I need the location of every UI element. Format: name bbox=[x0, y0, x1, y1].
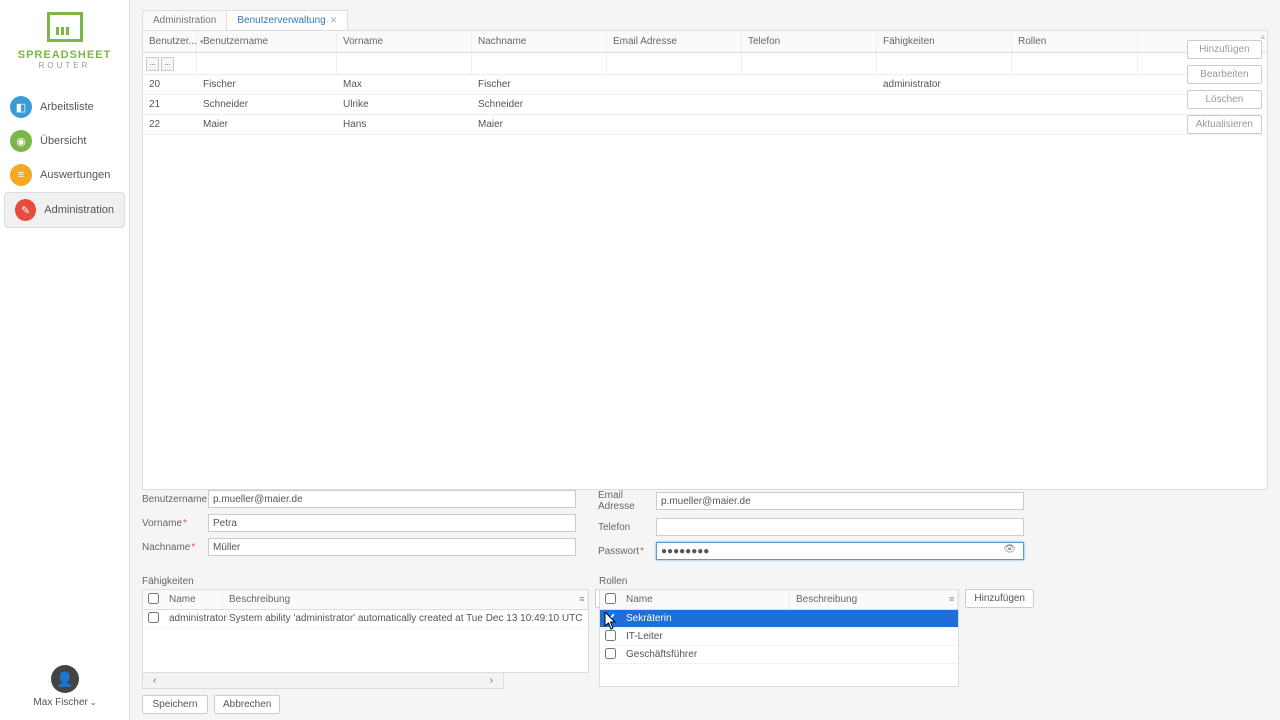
label-email: Email Adresse bbox=[598, 490, 656, 512]
label-nachname: Nachname* bbox=[142, 542, 208, 553]
logo-text-main: SPREADSHEET bbox=[0, 49, 129, 61]
tab-benutzerverwaltung[interactable]: Benutzerverwaltung✕ bbox=[226, 10, 348, 30]
user-grid-panel: Benutzer...▾BenutzernameVornameNachnameE… bbox=[142, 30, 1268, 490]
user-name: Max Fischer⌄ bbox=[0, 697, 130, 708]
cancel-button[interactable]: Abbrechen bbox=[214, 695, 280, 714]
administration-icon: ✎ bbox=[15, 199, 36, 221]
filter-cell-1[interactable] bbox=[197, 53, 337, 74]
refresh-button[interactable]: Aktualisieren bbox=[1187, 115, 1262, 134]
save-button[interactable]: Speichern bbox=[142, 695, 208, 714]
avatar-icon: 👤 bbox=[51, 665, 79, 693]
nav-item-arbeitsliste[interactable]: ◧Arbeitsliste bbox=[0, 90, 129, 124]
nav-item-administration[interactable]: ✎Administration bbox=[4, 192, 125, 228]
grid-actions: Hinzufügen Bearbeiten Löschen Aktualisie… bbox=[1187, 40, 1262, 134]
column-menu-icon[interactable]: ≡ bbox=[579, 594, 584, 604]
section-title-rollen: Rollen bbox=[599, 576, 1034, 587]
table-row[interactable]: 20FischerMaxFischeradministrator bbox=[143, 75, 1267, 95]
input-nachname[interactable] bbox=[208, 538, 576, 556]
row-checkbox[interactable] bbox=[605, 648, 616, 659]
arbeitsliste-icon: ◧ bbox=[10, 96, 32, 118]
th-7[interactable]: Rollen bbox=[1012, 31, 1138, 52]
logo-icon bbox=[47, 12, 83, 42]
logo: SPREADSHEET ROUTER bbox=[0, 0, 129, 78]
logo-text-sub: ROUTER bbox=[0, 61, 129, 70]
input-benutzername[interactable] bbox=[208, 490, 576, 508]
filter-cell-6[interactable] bbox=[877, 53, 1012, 74]
filter-min-icon[interactable]: … bbox=[146, 57, 159, 71]
label-passwort: Passwort* bbox=[598, 546, 656, 557]
filter-cell-5[interactable] bbox=[742, 53, 877, 74]
th-6[interactable]: Fähigkeiten bbox=[877, 31, 1012, 52]
filter-cell-3[interactable] bbox=[472, 53, 607, 74]
sidebar: SPREADSHEET ROUTER ◧Arbeitsliste◉Übersic… bbox=[0, 0, 130, 720]
list-item[interactable]: Sekräterin bbox=[600, 610, 958, 628]
row-checkbox[interactable] bbox=[605, 630, 616, 641]
rollen-select-all[interactable] bbox=[605, 593, 616, 604]
input-telefon[interactable] bbox=[656, 518, 1024, 536]
column-menu-icon[interactable]: ≡ bbox=[949, 594, 954, 604]
label-vorname: Vorname* bbox=[142, 518, 208, 529]
input-email[interactable] bbox=[656, 492, 1024, 510]
nav-item-übersicht[interactable]: ◉Übersicht bbox=[0, 124, 129, 158]
section-title-faehigkeiten: Fähigkeiten bbox=[142, 576, 577, 587]
list-item[interactable]: IT-Leiter bbox=[600, 628, 958, 646]
edit-form: Benutzername* Vorname* Nachname* Email A… bbox=[142, 490, 1262, 714]
th-5[interactable]: Telefon bbox=[742, 31, 877, 52]
th-rl-name[interactable]: Name bbox=[620, 590, 790, 609]
filter-cell-2[interactable] bbox=[337, 53, 472, 74]
th-4[interactable]: Email Adresse bbox=[607, 31, 742, 52]
th-fk-name[interactable]: Name bbox=[163, 590, 223, 609]
th-0[interactable]: Benutzer...▾ bbox=[143, 31, 197, 52]
nav-item-auswertungen[interactable]: ≡Auswertungen bbox=[0, 158, 129, 192]
rl-add-button[interactable]: Hinzufügen bbox=[965, 589, 1034, 608]
filter-cell-0[interactable]: …… bbox=[143, 53, 197, 74]
th-fk-desc[interactable]: Beschreibung bbox=[223, 590, 588, 609]
filter-cell-7[interactable] bbox=[1012, 53, 1138, 74]
th-rl-desc[interactable]: Beschreibung bbox=[790, 590, 958, 609]
grid-header: Benutzer...▾BenutzernameVornameNachnameE… bbox=[143, 31, 1267, 53]
close-icon[interactable]: ✕ bbox=[330, 15, 338, 25]
th-1[interactable]: Benutzername bbox=[197, 31, 337, 52]
table-row[interactable]: 22MaierHansMaier bbox=[143, 115, 1267, 135]
label-benutzername: Benutzername* bbox=[142, 494, 208, 505]
table-row[interactable]: 21SchneiderUlrikeSchneider bbox=[143, 95, 1267, 115]
faehigkeiten-select-all[interactable] bbox=[148, 593, 159, 604]
list-item[interactable]: Geschäftsführer bbox=[600, 646, 958, 664]
row-checkbox[interactable] bbox=[148, 612, 159, 623]
edit-button[interactable]: Bearbeiten bbox=[1187, 65, 1262, 84]
row-checkbox[interactable] bbox=[605, 612, 616, 623]
eye-icon[interactable]: 👁 bbox=[1003, 544, 1016, 555]
add-button[interactable]: Hinzufügen bbox=[1187, 40, 1262, 59]
delete-button[interactable]: Löschen bbox=[1187, 90, 1262, 109]
grid-filter-row: …… bbox=[143, 53, 1267, 75]
filter-cell-4[interactable] bbox=[607, 53, 742, 74]
übersicht-icon: ◉ bbox=[10, 130, 32, 152]
nav-menu: ◧Arbeitsliste◉Übersicht≡Auswertungen✎Adm… bbox=[0, 90, 129, 228]
tab-administration[interactable]: Administration bbox=[142, 10, 227, 30]
filter-max-icon[interactable]: … bbox=[161, 57, 174, 71]
label-telefon: Telefon bbox=[598, 522, 656, 533]
fk-pager: ‹ › bbox=[142, 673, 504, 689]
input-vorname[interactable] bbox=[208, 514, 576, 532]
grid-body: 20FischerMaxFischeradministrator21Schnei… bbox=[143, 75, 1267, 135]
list-item[interactable]: administratorSystem ability 'administrat… bbox=[143, 610, 588, 628]
auswertungen-icon: ≡ bbox=[10, 164, 32, 186]
tab-bar: AdministrationBenutzerverwaltung✕ bbox=[142, 10, 1280, 30]
prev-page-icon[interactable]: ‹ bbox=[147, 675, 162, 686]
th-2[interactable]: Vorname bbox=[337, 31, 472, 52]
input-passwort[interactable] bbox=[656, 542, 1024, 560]
next-page-icon[interactable]: › bbox=[484, 675, 499, 686]
chevron-down-icon: ⌄ bbox=[90, 698, 97, 707]
th-3[interactable]: Nachname bbox=[472, 31, 607, 52]
user-block[interactable]: 👤 Max Fischer⌄ bbox=[0, 665, 130, 708]
